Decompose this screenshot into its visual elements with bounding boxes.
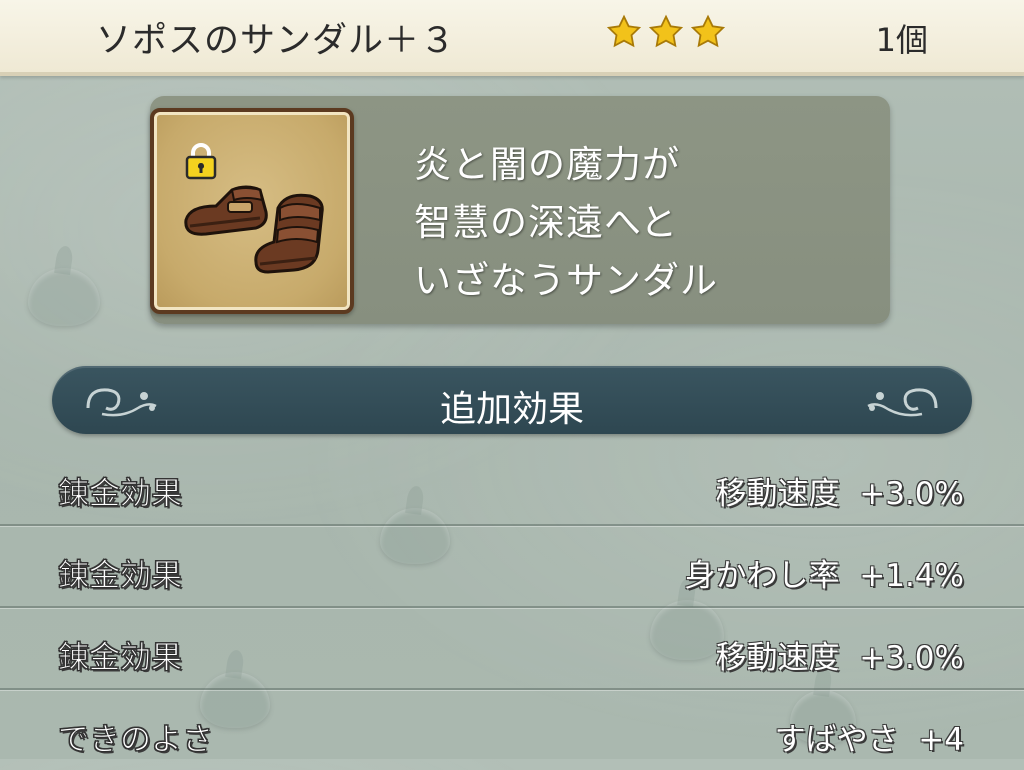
- item-count: 1個: [875, 21, 928, 59]
- section-title: 追加効果: [439, 389, 584, 430]
- description-line: 炎と闇の魔力が: [414, 143, 680, 186]
- item-icon-frame[interactable]: [150, 108, 354, 314]
- effect-value: 身かわし率 +1.4%: [684, 558, 964, 594]
- effect-label: できのよさ: [58, 722, 214, 759]
- item-header: ソポスのサンダル＋３ 1個: [0, 0, 1024, 76]
- description-line: いざなうサンダル: [414, 259, 718, 302]
- item-name: ソポスのサンダル＋３: [96, 21, 457, 61]
- effect-label: 錬金効果: [58, 558, 183, 595]
- effect-row: できのよさ すばやさ +4: [0, 690, 1024, 770]
- slime-watermark: [28, 268, 100, 326]
- effect-label: 錬金効果: [58, 476, 183, 513]
- effect-value: すばやさ +4: [774, 722, 964, 758]
- effect-label: 錬金効果: [58, 640, 183, 677]
- item-description: 炎と闇の魔力が 智慧の深遠へと いざなうサンダル: [414, 136, 718, 310]
- additional-effects-header: 追加効果: [52, 366, 972, 434]
- effect-value: 移動速度 +3.0%: [715, 640, 964, 676]
- description-line: 智慧の深遠へと: [414, 201, 679, 244]
- effects-list: 錬金効果 移動速度 +3.0% 錬金効果 身かわし率 +1.4% 錬金効果 移動…: [0, 444, 1024, 770]
- star-icon: [690, 14, 726, 48]
- star-icon: [606, 14, 642, 48]
- effect-row: 錬金効果 移動速度 +3.0%: [0, 444, 1024, 526]
- effect-row: 錬金効果 移動速度 +3.0%: [0, 608, 1024, 690]
- star-icon: [648, 14, 684, 48]
- effect-row: 錬金効果 身かわし率 +1.4%: [0, 526, 1024, 608]
- leather-sandals-icon: [184, 185, 324, 274]
- effect-value: 移動速度 +3.0%: [715, 476, 964, 512]
- flourish-right-icon: [867, 388, 938, 417]
- rarity-stars: [606, 14, 726, 50]
